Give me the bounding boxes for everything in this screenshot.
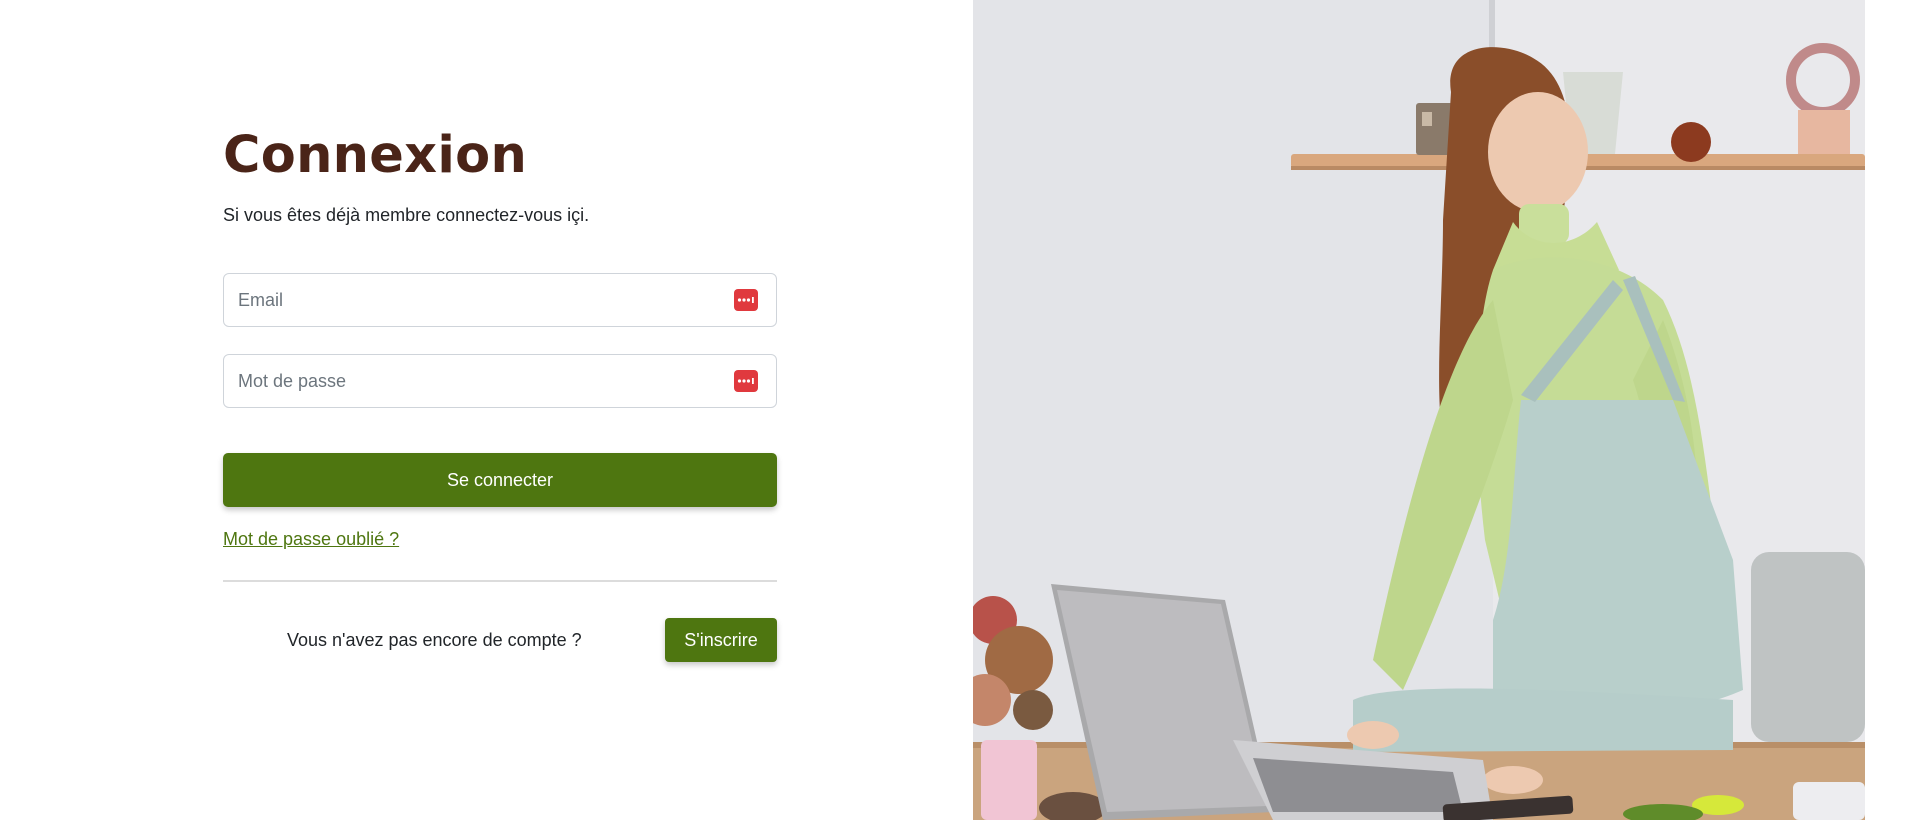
login-button[interactable]: Se connecter: [223, 453, 777, 507]
florist-photo-illustration: [973, 0, 1865, 820]
signup-prompt: Vous n'avez pas encore de compte ?: [287, 630, 582, 650]
page-title: Connexion: [223, 126, 528, 185]
divider: [223, 580, 777, 582]
page-subtitle: Si vous êtes déjà membre connectez-vous …: [223, 205, 590, 225]
hero-image: [973, 0, 1865, 820]
email-field: [223, 273, 777, 327]
login-form: Connexion Si vous êtes déjà membre conne…: [223, 120, 777, 662]
password-input[interactable]: [224, 355, 708, 407]
password-field: [223, 354, 777, 408]
dots-icon: [737, 378, 754, 384]
email-input[interactable]: [224, 274, 708, 326]
forgot-password-link[interactable]: Mot de passe oublié ?: [223, 529, 399, 550]
signup-row: Vous n'avez pas encore de compte ? S'ins…: [223, 618, 777, 662]
login-panel: Connexion Si vous êtes déjà membre conne…: [0, 0, 973, 820]
signup-button[interactable]: S'inscrire: [665, 618, 777, 662]
password-manager-icon[interactable]: [734, 370, 758, 392]
password-manager-icon[interactable]: [734, 289, 758, 311]
dots-icon: [737, 297, 754, 303]
login-page: Connexion Si vous êtes déjà membre conne…: [0, 0, 1920, 820]
page-margin: [1865, 0, 1920, 820]
